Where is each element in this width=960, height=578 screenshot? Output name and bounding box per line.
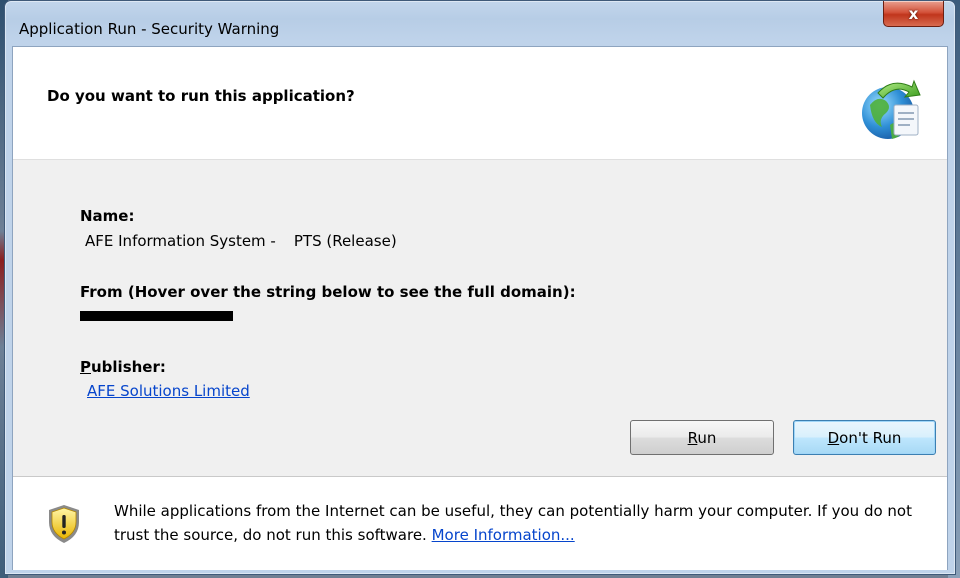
security-warning-text: While applications from the Internet can…	[114, 499, 924, 547]
close-icon: x	[908, 4, 919, 23]
run-question-heading: Do you want to run this application?	[47, 87, 355, 105]
close-button[interactable]: x	[883, 1, 944, 27]
globe-document-arrow-icon	[862, 79, 921, 139]
from-label: From (Hover over the string below to see…	[80, 283, 576, 301]
application-name-part2: PTS (Release)	[293, 232, 397, 250]
name-label: Name:	[80, 207, 135, 225]
dialog-header: Do you want to run this application?	[13, 47, 947, 160]
application-name: AFE Information System - PTS (Release)	[85, 232, 397, 250]
window-title: Application Run - Security Warning	[19, 20, 280, 38]
warning-shield-icon	[49, 505, 79, 543]
redacted-domain[interactable]	[80, 311, 233, 321]
more-information-link[interactable]: More Information...	[432, 526, 575, 544]
run-button[interactable]: Run	[630, 420, 774, 455]
title-bar[interactable]: Application Run - Security Warning x	[5, 1, 955, 38]
dialog-content: Do you want to run this application? Nam…	[12, 46, 948, 570]
publisher-label-mnemonic: P	[80, 358, 91, 376]
dont-run-button[interactable]: Don't Run	[793, 420, 936, 455]
warning-footer: While applications from the Internet can…	[13, 476, 947, 570]
application-name-part1: AFE Information System -	[85, 232, 276, 250]
run-button-label: Run	[687, 428, 717, 447]
security-warning-dialog: Application Run - Security Warning x Do …	[4, 0, 956, 575]
dont-run-button-label: Don't Run	[827, 428, 902, 447]
publisher-link[interactable]: AFE Solutions Limited	[87, 382, 250, 400]
publisher-label: Publisher:	[80, 358, 166, 376]
